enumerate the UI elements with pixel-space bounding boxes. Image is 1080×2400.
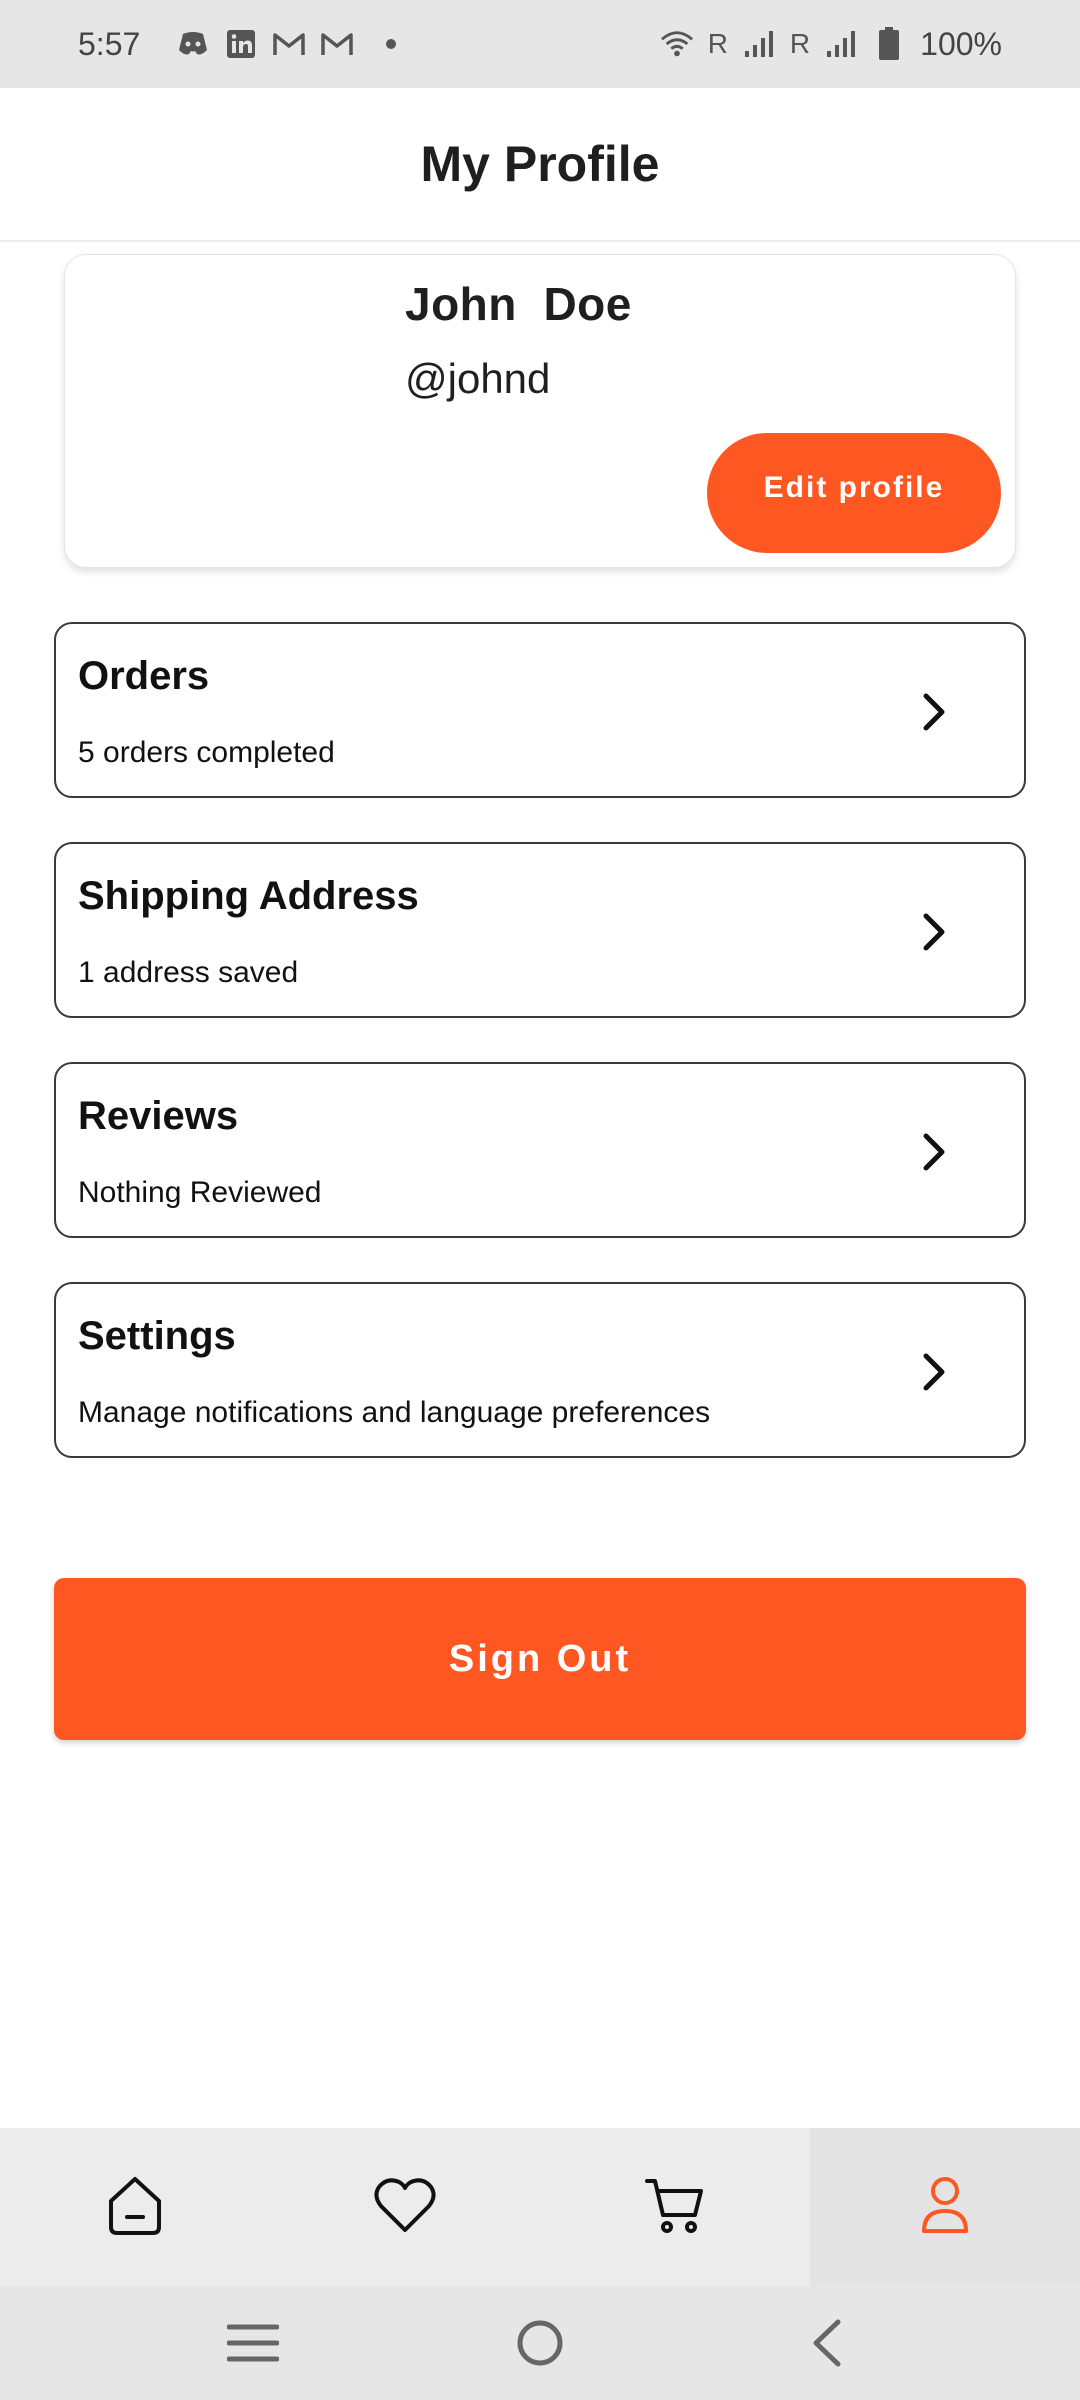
profile-handle: @johnd: [405, 355, 551, 402]
heart-icon: [373, 2176, 437, 2239]
menu-item-orders[interactable]: Orders 5 orders completed: [54, 622, 1026, 798]
chevron-right-icon: [912, 908, 956, 956]
nav-cart[interactable]: [540, 2128, 810, 2286]
gmail-icon: [320, 27, 354, 61]
status-left: 5:57: [78, 25, 397, 63]
system-nav-bar: [0, 2286, 1080, 2400]
chevron-right-icon: [912, 1128, 956, 1176]
menu-item-reviews[interactable]: Reviews Nothing Reviewed: [54, 1062, 1026, 1238]
cart-icon: [643, 2175, 707, 2240]
screen: 5:57 R R 100% My Profile John Doe @johnd…: [0, 0, 1080, 2400]
menu-item-title: Orders: [78, 654, 210, 698]
roaming-indicator: R: [707, 28, 728, 59]
more-notifications-dot: [386, 39, 397, 49]
roaming-indicator: R: [789, 28, 811, 59]
battery-percent: 100%: [920, 25, 1002, 62]
chevron-right-icon: [912, 688, 956, 736]
chevron-right-icon: [912, 1348, 956, 1396]
recents-icon[interactable]: [213, 2303, 293, 2383]
menu-item-subtitle: 1 address saved: [78, 956, 299, 989]
bottom-nav: [0, 2128, 1080, 2286]
linkedin-icon: [224, 27, 258, 61]
signal-icon: [742, 27, 776, 61]
nav-home[interactable]: [0, 2128, 270, 2286]
menu-item-subtitle: Nothing Reviewed: [78, 1176, 322, 1209]
discord-icon: [176, 27, 210, 61]
edit-profile-button[interactable]: Edit profile: [707, 433, 1001, 553]
home-icon: [103, 2173, 167, 2242]
status-time: 5:57: [78, 25, 141, 62]
menu-item-subtitle: 5 orders completed: [78, 736, 335, 769]
back-icon[interactable]: [787, 2303, 867, 2383]
app-header: My Profile: [0, 88, 1080, 242]
menu-item-title: Reviews: [78, 1094, 239, 1138]
page-title: My Profile: [420, 136, 660, 192]
menu-item-shipping-address[interactable]: Shipping Address 1 address saved: [54, 842, 1026, 1018]
battery-icon: [872, 27, 906, 61]
nav-profile[interactable]: [810, 2128, 1080, 2286]
gmail-icon: [272, 27, 306, 61]
wifi-icon: [660, 27, 694, 61]
profile-card: John Doe @johnd Edit profile: [64, 254, 1016, 568]
nav-favorites[interactable]: [270, 2128, 540, 2286]
status-bar: 5:57 R R 100%: [0, 0, 1080, 88]
profile-icon: [920, 2175, 970, 2240]
home-circle-icon[interactable]: [500, 2303, 580, 2383]
status-right: R R 100%: [660, 26, 1002, 63]
menu-item-title: Shipping Address: [78, 874, 419, 918]
sign-out-button[interactable]: Sign Out: [54, 1578, 1026, 1740]
menu-item-settings[interactable]: Settings Manage notifications and langua…: [54, 1282, 1026, 1458]
signal-icon: [824, 27, 858, 61]
menu-item-title: Settings: [78, 1314, 236, 1358]
profile-name: John Doe: [405, 278, 632, 330]
menu-item-subtitle: Manage notifications and language prefer…: [78, 1396, 711, 1429]
